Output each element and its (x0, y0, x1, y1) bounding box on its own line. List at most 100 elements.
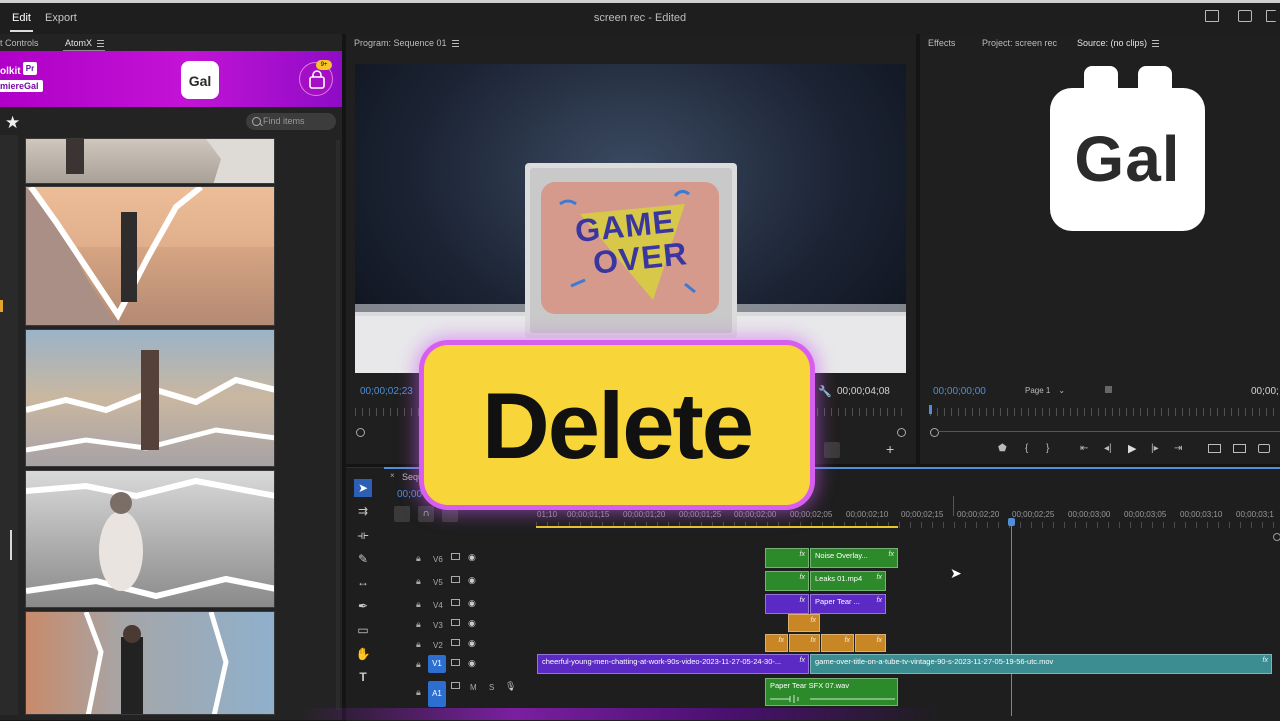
program-timecode-in[interactable]: 00;00;02;23 (360, 386, 413, 397)
clip-leaks[interactable]: Leaks 01.mp4 fx (810, 571, 886, 591)
source-timecode[interactable]: 00;00;00;00 (933, 386, 986, 397)
lock-icon[interactable]: 🔒︎ (416, 639, 421, 650)
tab-atomx[interactable]: AtomX (65, 38, 105, 48)
clip-v2-d[interactable]: fx (855, 634, 886, 652)
tab-effect-controls[interactable]: t Controls (0, 38, 39, 48)
slip-tool-icon[interactable]: ↔ (354, 573, 372, 591)
panel-scrollbar[interactable] (336, 140, 340, 710)
compare-view-button[interactable] (824, 442, 840, 458)
tab-project[interactable]: Project: screen rec (982, 38, 1057, 48)
mic-icon[interactable]: 🎙︎ (505, 681, 516, 692)
transition-thumbnail[interactable] (25, 329, 275, 467)
linked-selection-button[interactable] (442, 506, 458, 522)
play-icon[interactable]: ▶ (1128, 442, 1136, 455)
transition-thumbnail[interactable] (25, 470, 275, 608)
fullscreen-icon[interactable] (1266, 10, 1276, 22)
clip-v1-game-over[interactable]: game-over-title-on-a-tube-tv-vintage-90-… (810, 654, 1272, 674)
panel-menu-icon[interactable] (97, 40, 105, 48)
clip-noise-overlay[interactable]: Noise Overlay... fx (810, 548, 898, 568)
eye-icon[interactable]: ◉ (468, 638, 476, 649)
star-icon[interactable]: ★ (5, 113, 20, 133)
settings-icon[interactable] (1105, 386, 1112, 393)
work-area-bar[interactable] (536, 526, 898, 528)
mute-button[interactable]: M (470, 683, 477, 692)
ripple-edit-tool-icon[interactable]: ⟛ (354, 526, 372, 544)
insert-icon[interactable] (1208, 444, 1221, 453)
clip-v3[interactable]: fx (788, 614, 820, 632)
lock-icon[interactable]: 🔒︎ (416, 553, 421, 564)
razor-tool-icon[interactable]: ✎ (354, 550, 372, 568)
export-frame-icon[interactable] (1258, 444, 1270, 453)
snap-icon[interactable]: ∩ (418, 506, 434, 522)
nest-toggle-button[interactable] (394, 506, 410, 522)
eye-icon[interactable]: ◉ (468, 552, 476, 563)
overwrite-icon[interactable] (1233, 444, 1246, 453)
clip-v6-a[interactable]: fx (765, 548, 809, 568)
transition-thumbnail[interactable] (25, 138, 275, 184)
sync-icon[interactable] (451, 599, 460, 606)
sync-icon[interactable] (451, 619, 460, 626)
zoom-handle-right[interactable] (897, 428, 906, 437)
source-zoom-handle[interactable] (930, 428, 939, 437)
clip-v2-c[interactable]: fx (821, 634, 854, 652)
mark-out-icon[interactable]: } (1046, 443, 1049, 454)
lock-icon[interactable]: 🔒︎ (416, 599, 421, 610)
eye-icon[interactable]: ◉ (468, 618, 476, 629)
source-ruler[interactable] (930, 408, 1280, 416)
track-target-v1[interactable]: V1 (428, 655, 446, 673)
clip-paper-tear[interactable]: Paper Tear ... fx (810, 594, 886, 614)
sync-icon[interactable] (451, 639, 460, 646)
transition-thumbnail[interactable] (25, 611, 275, 715)
gal-logo-small[interactable]: Gal (181, 61, 219, 99)
lock-icon[interactable]: 🔒︎ (416, 687, 421, 698)
sync-icon[interactable] (451, 682, 460, 689)
sync-icon[interactable] (451, 576, 460, 583)
hand-tool-icon[interactable]: ✋ (354, 645, 372, 663)
sync-icon[interactable] (451, 659, 460, 666)
eye-icon[interactable]: ◉ (468, 598, 476, 609)
tab-effects[interactable]: Effects (928, 38, 955, 48)
track-target-a1[interactable]: A1 (428, 681, 446, 707)
source-zoom-bar[interactable] (938, 431, 1280, 432)
page-select[interactable]: Page 1 ⌄ (1025, 385, 1077, 397)
step-back-icon[interactable]: ◂| (1104, 443, 1112, 454)
marker-icon[interactable]: ⬟ (998, 443, 1007, 454)
mark-in-icon[interactable]: { (1025, 443, 1028, 454)
scroll-handle[interactable] (1273, 533, 1280, 541)
timeline-timecode[interactable]: 00;00 (397, 489, 422, 500)
sync-icon[interactable] (451, 553, 460, 560)
clip-v2-a[interactable]: fx (765, 634, 788, 652)
transition-thumbnail[interactable] (25, 186, 275, 326)
program-ruler-right[interactable] (810, 408, 906, 416)
step-forward-icon[interactable]: |▸ (1151, 443, 1159, 454)
clip-audio-paper-tear[interactable]: Paper Tear SFX 07.wav (765, 678, 898, 706)
clip-v1-young-men[interactable]: cheerful-young-men-chatting-at-work-90s-… (537, 654, 809, 674)
eye-icon[interactable]: ◉ (468, 575, 476, 586)
tab-source[interactable]: Source: (no clips) (1077, 38, 1160, 48)
panel-menu-icon[interactable] (451, 40, 459, 48)
program-ruler[interactable] (355, 408, 425, 416)
close-icon[interactable]: × (390, 471, 395, 480)
track-select-tool-icon[interactable]: ⇉ (354, 502, 372, 520)
solo-button[interactable]: S (489, 683, 494, 692)
panel-menu-icon[interactable] (1152, 40, 1160, 48)
clip-v4-a[interactable]: fx (765, 594, 809, 614)
go-to-out-icon[interactable]: ⇥ (1174, 443, 1182, 454)
selection-tool-icon[interactable]: ➤ (354, 479, 372, 497)
lock-icon[interactable]: 🔒︎ (416, 576, 421, 587)
share-icon[interactable] (1238, 10, 1252, 22)
workspace-icon[interactable] (1205, 10, 1219, 22)
wrench-icon[interactable]: 🔧 (818, 385, 832, 398)
lock-icon[interactable]: 🔒︎ (416, 619, 421, 630)
clip-v5-a[interactable]: fx (765, 571, 809, 591)
lock-icon[interactable]: 🔒︎ (416, 659, 421, 670)
go-to-in-icon[interactable]: ⇤ (1080, 443, 1088, 454)
type-tool-icon[interactable]: T (354, 668, 372, 686)
source-playhead[interactable] (929, 405, 932, 414)
rectangle-tool-icon[interactable]: ▭ (354, 621, 372, 639)
tab-program[interactable]: Program: Sequence 01 (354, 38, 459, 48)
add-button-icon[interactable]: + (886, 441, 894, 457)
zoom-handle-left[interactable] (356, 428, 365, 437)
eye-icon[interactable]: ◉ (468, 658, 476, 669)
playhead-line[interactable] (1011, 526, 1012, 716)
